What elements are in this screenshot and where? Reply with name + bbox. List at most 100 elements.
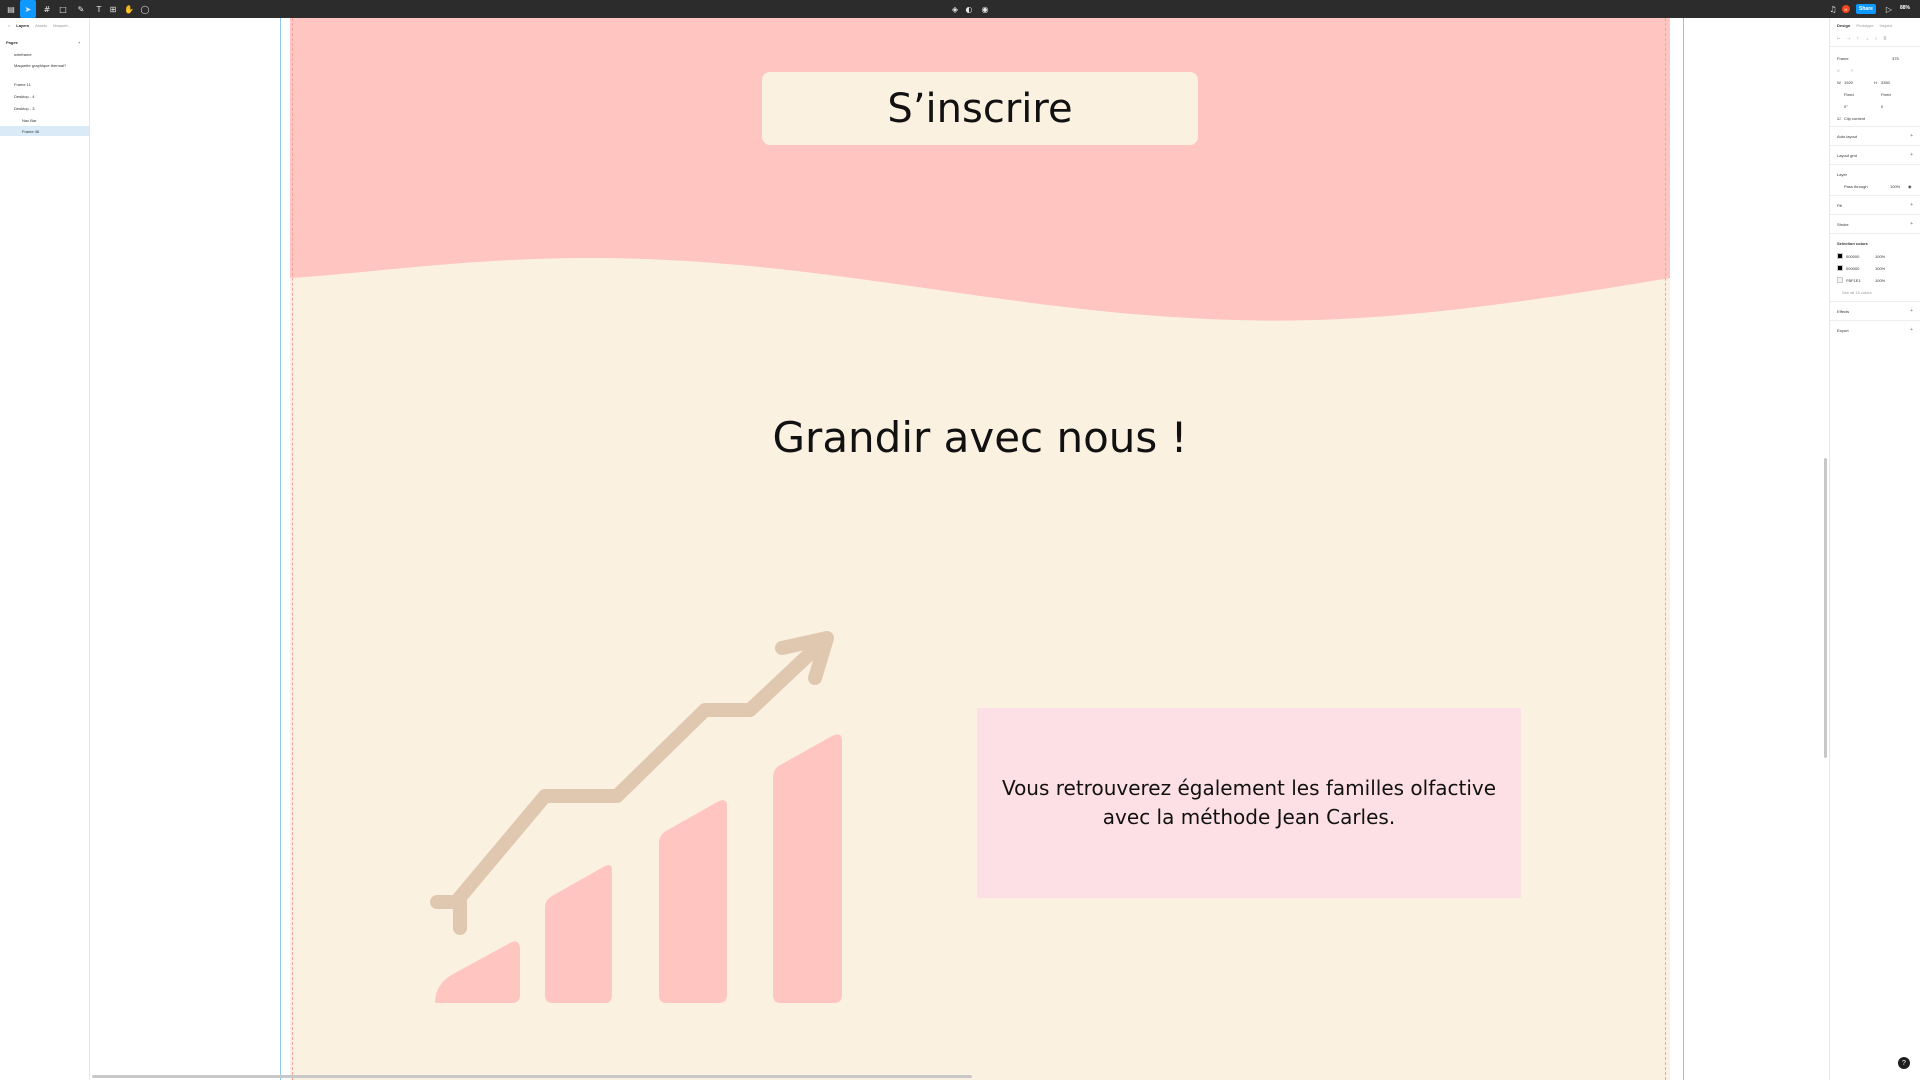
selected-layer-highlight — [0, 126, 89, 136]
color-swatch[interactable] — [1837, 253, 1843, 259]
divider — [1830, 126, 1920, 127]
blend-mode-select[interactable]: Pass through — [1844, 184, 1868, 189]
info-text: Vous retrouverez également les familles … — [1001, 776, 1497, 829]
radius-value[interactable]: 0 — [1881, 104, 1883, 109]
section-layer: Layer — [1837, 172, 1848, 177]
rotation-value[interactable]: 0° — [1844, 104, 1848, 109]
help-icon[interactable]: ? — [1898, 1057, 1910, 1069]
frame-margin-guide — [1665, 18, 1666, 1080]
add-stroke-icon[interactable]: + — [1910, 221, 1913, 227]
present-icon[interactable]: ▷ — [1882, 2, 1896, 16]
layer-opacity[interactable]: 100% — [1890, 184, 1900, 189]
section-heading: Grandir avec nous ! — [772, 413, 1188, 462]
add-layout-grid-icon[interactable]: + — [1910, 152, 1913, 158]
width-value[interactable]: 1920 — [1844, 80, 1853, 85]
frame-guide-line — [280, 18, 281, 1080]
alignment-icons[interactable]: ⊢⊣⊤⊥≡≣ — [1837, 36, 1893, 41]
shape-tool-icon[interactable]: □ — [56, 2, 70, 16]
position-fields[interactable]: X Y — [1837, 68, 1853, 73]
resources-tool-icon[interactable]: ⊞ — [106, 2, 120, 16]
divider — [1830, 46, 1920, 47]
frame-size-value[interactable]: 375 — [1892, 56, 1899, 61]
section-effects: Effects — [1837, 309, 1850, 314]
layer-item[interactable]: Frame 11 — [14, 82, 31, 87]
design-canvas[interactable]: S’inscrire Grandir avec nous ! Vous retr… — [90, 18, 1829, 1080]
move-tool-icon[interactable]: ➤ — [20, 0, 36, 18]
frame-type-label[interactable]: Frame — [1837, 56, 1849, 61]
pen-tool-icon[interactable]: ✎ — [74, 2, 88, 16]
tab-page-select[interactable]: Maquett... — [53, 23, 71, 28]
section-auto-layout: Auto layout — [1837, 134, 1858, 139]
boolean-icon[interactable]: ◉ — [978, 2, 992, 16]
tab-assets[interactable]: Assets — [35, 23, 47, 28]
main-menu-icon[interactable]: ▤ — [4, 2, 18, 16]
hand-tool-icon[interactable]: ✋ — [122, 2, 136, 16]
right-panel-tabs: Design Prototype Inspect — [1837, 23, 1892, 28]
height-value[interactable]: 3350 — [1881, 80, 1890, 85]
eye-icon[interactable]: ◉ — [1908, 184, 1912, 189]
color-hex[interactable]: 000000 — [1846, 254, 1859, 259]
signup-button[interactable]: S’inscrire — [762, 72, 1198, 145]
tab-prototype[interactable]: Prototype — [1856, 23, 1873, 28]
design-panel: Design Prototype Inspect ⊢⊣⊤⊥≡≣ Frame 37… — [1829, 18, 1920, 1080]
pages-label: Pages — [6, 40, 18, 45]
top-toolbar: ▤ ➤ # □ ✎ T ⊞ ✋ ◯ ◈ ◐ ◉ ♫ H Share ▷ 88% — [0, 0, 1920, 18]
divider — [1830, 214, 1920, 215]
growth-chart-icon — [430, 631, 842, 1003]
search-icon[interactable]: ⌕ — [8, 23, 10, 28]
divider — [1830, 320, 1920, 321]
add-effect-icon[interactable]: + — [1910, 308, 1913, 314]
page-item[interactable]: wireframe — [14, 52, 32, 57]
color-swatch[interactable] — [1837, 277, 1843, 283]
section-stroke: Stroke — [1837, 222, 1849, 227]
add-page-icon[interactable]: + — [78, 40, 80, 45]
frame-margin-guide — [292, 18, 293, 1080]
add-fill-icon[interactable]: + — [1910, 202, 1913, 208]
divider — [1830, 164, 1920, 165]
height-constraint[interactable]: Fixed — [1881, 92, 1891, 97]
section-layout-grid: Layout grid — [1837, 153, 1857, 158]
frame-guide-line — [1683, 18, 1684, 1080]
share-button[interactable]: Share — [1856, 4, 1876, 14]
height-label: H — [1874, 80, 1877, 85]
avatar[interactable]: H — [1842, 5, 1850, 13]
tab-layers[interactable]: Layers — [16, 23, 29, 28]
info-text-box: Vous retrouverez également les familles … — [977, 708, 1521, 898]
clip-checkbox[interactable]: ☑ — [1837, 116, 1841, 121]
text-tool-icon[interactable]: T — [92, 2, 106, 16]
frame-tool-icon[interactable]: # — [40, 2, 54, 16]
horizontal-scrollbar[interactable] — [92, 1075, 972, 1078]
layer-item-selected[interactable]: Frame 46 — [22, 129, 39, 134]
pink-wave-section — [290, 18, 1670, 321]
vertical-scrollbar[interactable] — [1824, 458, 1827, 758]
layer-item[interactable]: Nav Bar — [22, 118, 36, 123]
desktop-frame[interactable]: S’inscrire Grandir avec nous ! Vous retr… — [290, 18, 1670, 1080]
comment-tool-icon[interactable]: ◯ — [138, 2, 152, 16]
color-hex[interactable]: 000000 — [1846, 266, 1859, 271]
color-hex[interactable]: FBF1E1 — [1846, 278, 1861, 283]
clip-content-label: Clip content — [1844, 116, 1866, 121]
component-icon[interactable]: ◈ — [948, 2, 962, 16]
mask-icon[interactable]: ◐ — [962, 2, 976, 16]
divider — [1830, 301, 1920, 302]
color-swatch[interactable] — [1837, 265, 1843, 271]
color-opacity[interactable]: 100% — [1875, 266, 1885, 271]
see-all-colors-link[interactable]: See all 15 colors — [1842, 290, 1872, 295]
color-opacity[interactable]: 100% — [1875, 278, 1885, 283]
section-fill: Fill — [1837, 203, 1843, 208]
divider — [1830, 233, 1920, 234]
page-item-active[interactable]: Maquette graphique thermal? — [14, 63, 66, 68]
headphones-icon[interactable]: ♫ — [1826, 2, 1840, 16]
width-constraint[interactable]: Fixed — [1844, 92, 1854, 97]
tab-inspect[interactable]: Inspect — [1879, 23, 1892, 28]
left-panel-tabs: ⌕ Layers Assets Maquett... — [8, 23, 71, 28]
width-label: W — [1837, 80, 1841, 85]
color-opacity[interactable]: 100% — [1875, 254, 1885, 259]
tab-design[interactable]: Design — [1837, 23, 1850, 28]
add-auto-layout-icon[interactable]: + — [1910, 133, 1913, 139]
layer-item[interactable]: Desktop - 3 — [14, 106, 34, 111]
section-export: Export — [1837, 328, 1849, 333]
add-export-icon[interactable]: + — [1910, 327, 1913, 333]
layer-item[interactable]: Desktop - 4 — [14, 94, 34, 99]
zoom-level[interactable]: 88% — [1900, 5, 1910, 11]
